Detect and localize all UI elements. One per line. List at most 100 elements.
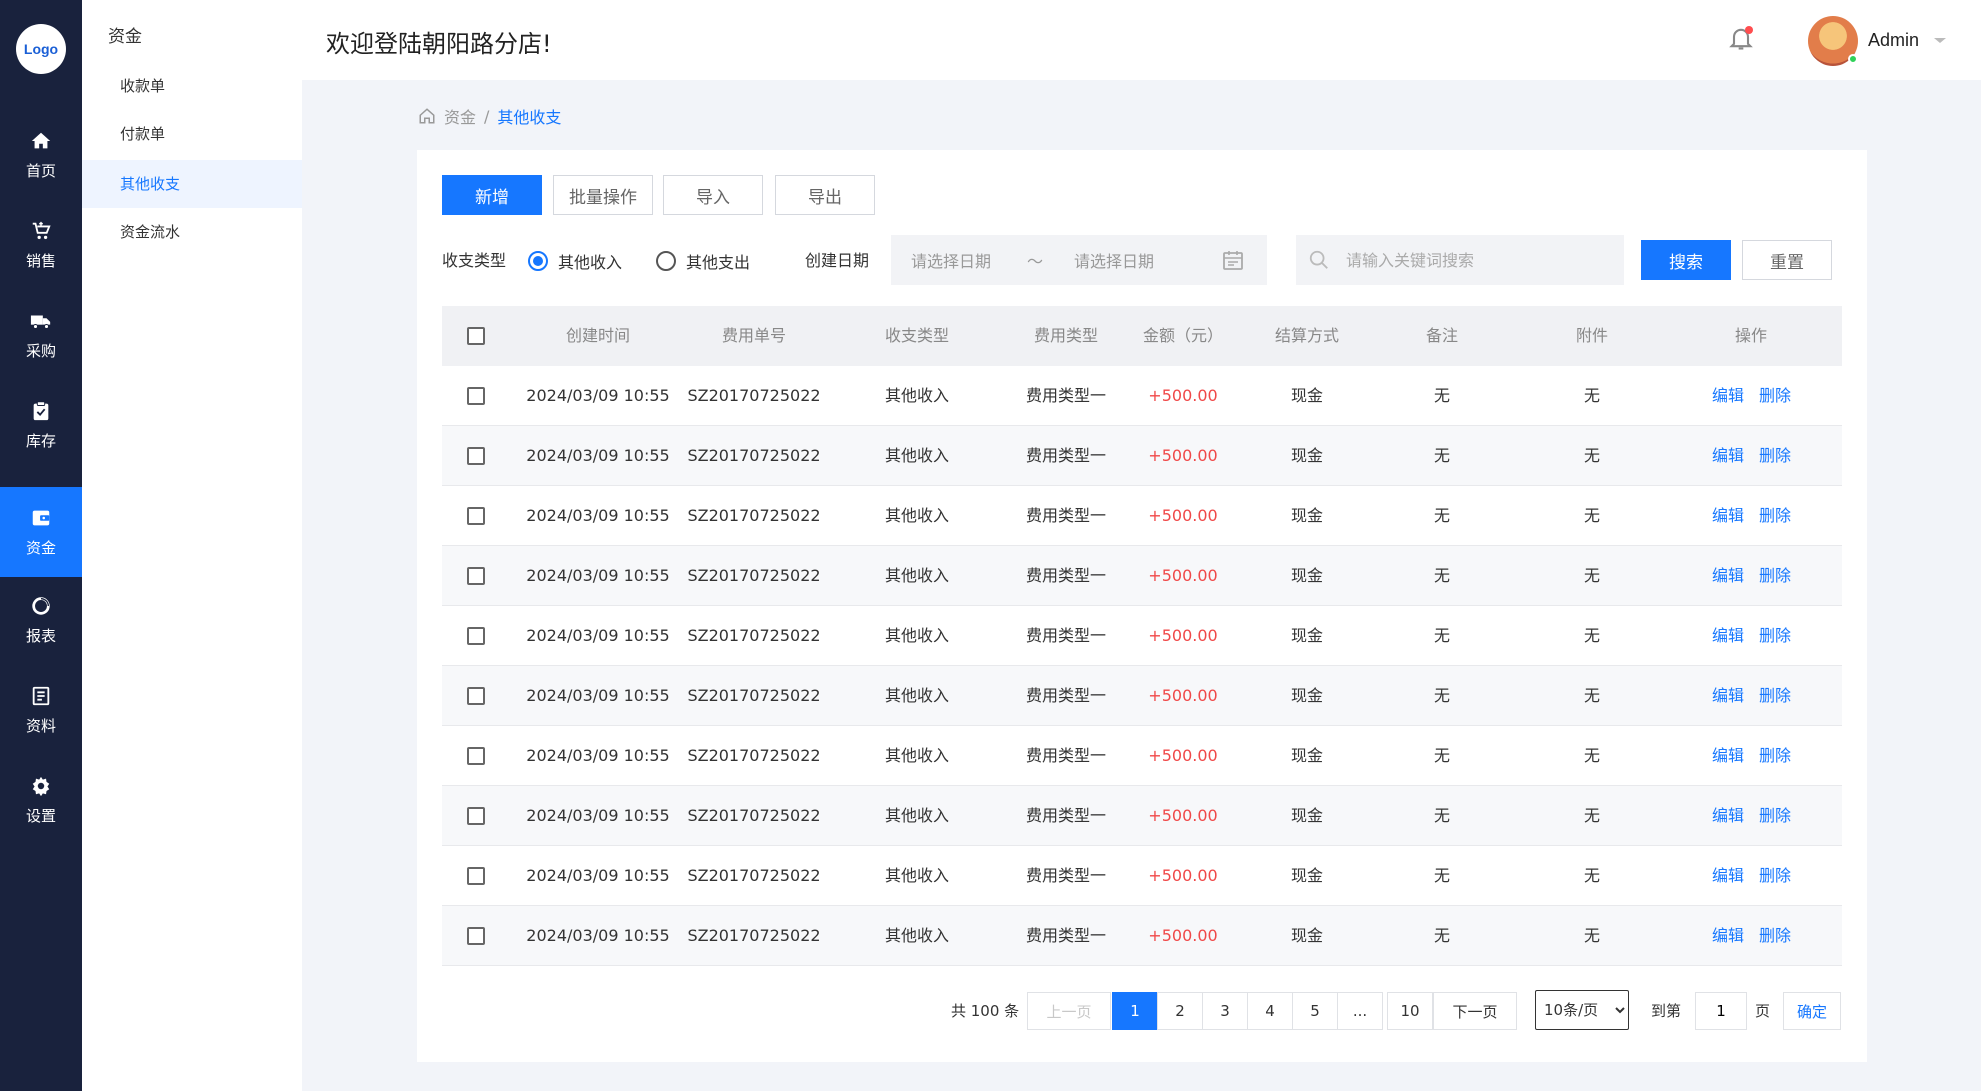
logo[interactable]: Logo <box>16 24 66 74</box>
table-row: 2024/03/09 10:55 SZ20170725022 其他收入 费用类型一 +5… <box>442 426 1842 486</box>
cell-amount: +500.00 <box>1148 626 1218 645</box>
username[interactable]: Admin <box>1868 30 1919 51</box>
delete-link[interactable]: 删除 <box>1759 486 1791 546</box>
cell-fee-type: 费用类型一 <box>1025 386 1107 405</box>
page-ellipsis[interactable]: ... <box>1337 992 1383 1030</box>
page-3-button[interactable]: 3 <box>1202 992 1248 1030</box>
date-range-picker[interactable]: 请选择日期 ～ 请选择日期 <box>891 235 1267 285</box>
select-all-checkbox[interactable] <box>467 327 485 345</box>
document-icon <box>32 686 50 705</box>
cell-attachment: 无 <box>1583 926 1601 945</box>
submenu-item-receipts[interactable]: 收款单 <box>82 62 302 110</box>
avatar[interactable] <box>1808 16 1858 66</box>
page-2-button[interactable]: 2 <box>1157 992 1203 1030</box>
page-1-button[interactable]: 1 <box>1112 992 1158 1030</box>
export-button[interactable]: 导出 <box>775 175 875 215</box>
edit-link[interactable]: 编辑 <box>1712 846 1744 906</box>
cell-remark: 无 <box>1433 746 1451 765</box>
next-page-button[interactable]: 下一页 <box>1433 992 1517 1030</box>
nav-item-home[interactable]: 首页 <box>0 110 82 200</box>
goto-confirm-button[interactable]: 确定 <box>1783 992 1841 1030</box>
row-checkbox[interactable] <box>467 867 485 885</box>
page-5-button[interactable]: 5 <box>1292 992 1338 1030</box>
page-10-button[interactable]: 10 <box>1387 992 1433 1030</box>
prev-page-button[interactable]: 上一页 <box>1027 992 1111 1030</box>
edit-link[interactable]: 编辑 <box>1712 426 1744 486</box>
row-checkbox[interactable] <box>467 747 485 765</box>
cell-remark: 无 <box>1433 926 1451 945</box>
row-checkbox[interactable] <box>467 627 485 645</box>
radio-other-expense[interactable]: 其他支出 <box>656 249 750 273</box>
table-row: 2024/03/09 10:55 SZ20170725022 其他收入 费用类型一 +5… <box>442 366 1842 426</box>
edit-link[interactable]: 编辑 <box>1712 786 1744 846</box>
edit-link[interactable]: 编辑 <box>1712 666 1744 726</box>
nav-item-data[interactable]: 资料 <box>0 665 82 755</box>
home-icon <box>31 132 51 148</box>
calendar-icon[interactable] <box>1221 248 1245 272</box>
edit-link[interactable]: 编辑 <box>1712 486 1744 546</box>
delete-link[interactable]: 删除 <box>1759 726 1791 786</box>
nav-item-reports[interactable]: 报表 <box>0 575 82 665</box>
row-checkbox[interactable] <box>467 387 485 405</box>
cell-fee-no: SZ20170725022 <box>687 806 821 825</box>
date-end-input[interactable]: 请选择日期 <box>1074 248 1154 272</box>
radio-other-income[interactable]: 其他收入 <box>528 249 622 273</box>
delete-link[interactable]: 删除 <box>1759 366 1791 426</box>
add-button[interactable]: 新增 <box>442 175 542 215</box>
delete-link[interactable]: 删除 <box>1759 426 1791 486</box>
nav-item-settings[interactable]: 设置 <box>0 755 82 845</box>
cell-created-time: 2024/03/09 10:55 <box>526 686 670 705</box>
nav-item-purchase[interactable]: 采购 <box>0 290 82 380</box>
row-checkbox[interactable] <box>467 567 485 585</box>
edit-link[interactable]: 编辑 <box>1712 366 1744 426</box>
page-size-select[interactable]: 10条/页 20条/页 50条/页 <box>1535 990 1629 1030</box>
goto-page-input[interactable] <box>1695 992 1747 1030</box>
cell-io-type: 其他收入 <box>884 386 950 405</box>
cell-fee-type: 费用类型一 <box>1025 446 1107 465</box>
delete-link[interactable]: 删除 <box>1759 846 1791 906</box>
row-checkbox[interactable] <box>467 927 485 945</box>
submenu-item-fund-flow[interactable]: 资金流水 <box>82 208 302 256</box>
submenu-item-payments[interactable]: 付款单 <box>82 110 302 158</box>
delete-link[interactable]: 删除 <box>1759 666 1791 726</box>
edit-link[interactable]: 编辑 <box>1712 906 1744 966</box>
batch-operation-button[interactable]: 批量操作 <box>553 175 653 215</box>
nav-item-label: 资金 <box>25 538 56 557</box>
notification-button[interactable] <box>1727 24 1755 52</box>
cell-fee-type: 费用类型一 <box>1025 866 1107 885</box>
delete-link[interactable]: 删除 <box>1759 606 1791 666</box>
type-filter-label: 收支类型 <box>442 251 507 270</box>
cell-settlement: 现金 <box>1290 926 1324 945</box>
col-header-fee-type: 费用类型 <box>1033 326 1099 345</box>
date-start-input[interactable]: 请选择日期 <box>911 248 991 272</box>
breadcrumb-parent[interactable]: 资金 <box>444 104 476 128</box>
cell-amount: +500.00 <box>1148 806 1218 825</box>
search-button[interactable]: 搜索 <box>1641 240 1731 280</box>
nav-item-sales[interactable]: 销售 <box>0 200 82 290</box>
row-checkbox[interactable] <box>467 447 485 465</box>
import-button[interactable]: 导入 <box>663 175 763 215</box>
cell-attachment: 无 <box>1583 386 1601 405</box>
home-outline-icon[interactable] <box>418 107 436 125</box>
nav-item-funds[interactable]: 资金 <box>0 487 82 577</box>
delete-link[interactable]: 删除 <box>1759 906 1791 966</box>
row-checkbox[interactable] <box>467 807 485 825</box>
submenu: 资金 收款单 付款单 其他收支 资金流水 <box>82 0 302 1091</box>
goto-label: 到第 <box>1651 1002 1682 1020</box>
reset-button[interactable]: 重置 <box>1742 240 1832 280</box>
submenu-item-other-income-expense[interactable]: 其他收支 <box>82 160 302 208</box>
edit-link[interactable]: 编辑 <box>1712 606 1744 666</box>
row-checkbox[interactable] <box>467 687 485 705</box>
delete-link[interactable]: 删除 <box>1759 786 1791 846</box>
edit-link[interactable]: 编辑 <box>1712 726 1744 786</box>
delete-link[interactable]: 删除 <box>1759 546 1791 606</box>
cell-amount: +500.00 <box>1148 506 1218 525</box>
chevron-down-icon[interactable] <box>1930 30 1950 50</box>
page-4-button[interactable]: 4 <box>1247 992 1293 1030</box>
search-input[interactable] <box>1346 235 1616 285</box>
records-table: 创建时间 费用单号 收支类型 费用类型 金额（元） 结算方式 备注 附件 操作 … <box>442 306 1842 966</box>
nav-item-inventory[interactable]: 库存 <box>0 380 82 470</box>
table-row: 2024/03/09 10:55 SZ20170725022 其他收入 费用类型一 +5… <box>442 606 1842 666</box>
edit-link[interactable]: 编辑 <box>1712 546 1744 606</box>
row-checkbox[interactable] <box>467 507 485 525</box>
